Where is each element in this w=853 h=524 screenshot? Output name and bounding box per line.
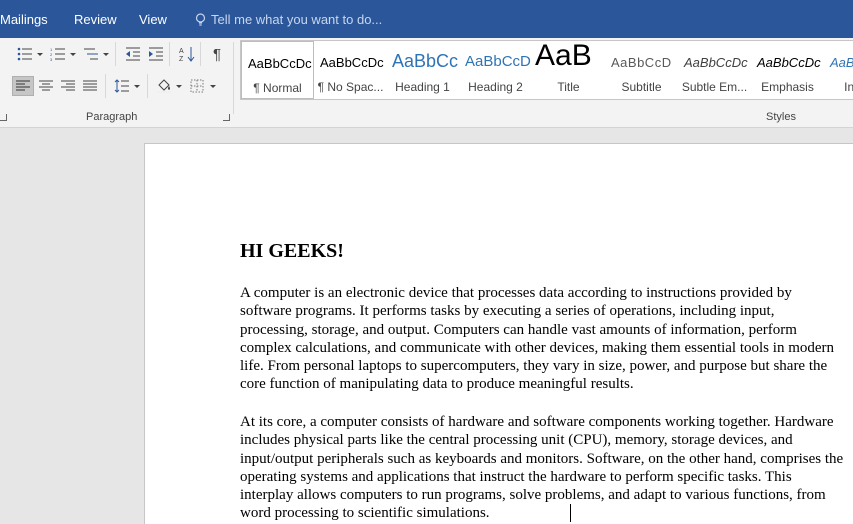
borders-dropdown-icon[interactable] <box>210 85 216 88</box>
show-formatting-button[interactable]: ¶ <box>206 44 228 64</box>
ribbon-tab-bar: Mailings Review View Tell me what you wa… <box>0 0 853 38</box>
style-name: Emphasis <box>761 80 814 94</box>
style-preview: AaBbCcD <box>465 53 531 70</box>
document-heading[interactable]: HI GEEKS! <box>240 240 344 263</box>
svg-text:Z: Z <box>179 56 184 62</box>
svg-text:3: 3 <box>50 57 53 61</box>
style-name: Intens <box>844 80 853 94</box>
tell-me-search[interactable]: Tell me what you want to do... <box>195 12 382 27</box>
group-divider <box>233 42 234 114</box>
style-subtle-emphasis[interactable]: AaBbCcDc Subtle Em... <box>678 41 751 99</box>
style-name: Title <box>557 80 580 94</box>
paragraph-2[interactable]: At its core, a computer consists of hard… <box>240 413 845 523</box>
divider <box>147 74 148 98</box>
tab-mailings[interactable]: Mailings <box>0 12 48 27</box>
style-name: Subtle Em... <box>681 80 748 94</box>
style-heading-2[interactable]: AaBbCcD Heading 2 <box>459 41 532 99</box>
style-intense-emphasis[interactable]: AaBb Intens <box>824 41 853 99</box>
ribbon: 123 AZ ¶ Paragraph AaBbCcDc ¶ Normal AaB… <box>0 38 853 128</box>
divider <box>200 42 201 66</box>
pilcrow-icon: ¶ <box>212 45 222 63</box>
align-right-icon <box>61 80 75 91</box>
decrease-indent-button[interactable] <box>122 44 144 64</box>
paragraph-1[interactable]: A computer is an electronic device that … <box>240 284 845 394</box>
sort-button[interactable]: AZ <box>176 44 198 64</box>
style-emphasis[interactable]: AaBbCcDc Emphasis <box>751 41 824 99</box>
align-left-icon <box>16 80 30 91</box>
line-spacing-icon <box>114 79 129 93</box>
decrease-indent-icon <box>126 47 140 61</box>
style-name: ¶ Normal <box>253 81 302 95</box>
align-center-icon <box>39 80 53 91</box>
borders-button[interactable] <box>186 76 208 96</box>
document-page[interactable]: HI GEEKS! A computer is an electronic de… <box>144 143 853 524</box>
style-name: Heading 1 <box>395 80 450 94</box>
style-normal[interactable]: AaBbCcDc ¶ Normal <box>241 41 314 99</box>
numbering-dropdown-icon[interactable] <box>70 53 76 56</box>
numbering-button[interactable]: 123 <box>47 44 69 64</box>
line-spacing-button[interactable] <box>111 76 133 96</box>
paint-bucket-icon <box>157 79 171 93</box>
styles-gallery: AaBbCcDc ¶ Normal AaBbCcDc ¶ No Spac... … <box>240 40 853 100</box>
bullets-dropdown-icon[interactable] <box>37 53 43 56</box>
lightbulb-icon <box>195 12 206 26</box>
font-dialog-launcher-icon[interactable] <box>0 114 7 121</box>
align-left-button[interactable] <box>12 76 34 96</box>
divider <box>105 74 106 98</box>
style-preview: AaB <box>535 41 592 72</box>
paragraph-dialog-launcher-icon[interactable] <box>223 114 230 121</box>
tab-view[interactable]: View <box>139 12 167 27</box>
align-center-button[interactable] <box>35 76 57 96</box>
shading-button[interactable] <box>153 76 175 96</box>
borders-icon <box>190 79 204 93</box>
increase-indent-button[interactable] <box>145 44 167 64</box>
styles-group-label: Styles <box>766 111 796 123</box>
svg-text:A: A <box>179 48 184 55</box>
bullets-icon <box>17 47 32 61</box>
style-title[interactable]: AaB Title <box>532 41 605 99</box>
style-no-spacing[interactable]: AaBbCcDc ¶ No Spac... <box>314 41 387 99</box>
text-cursor <box>570 504 571 522</box>
shading-dropdown-icon[interactable] <box>176 85 182 88</box>
paragraph-group-label: Paragraph <box>86 111 138 123</box>
style-name: Heading 2 <box>468 80 523 94</box>
divider <box>169 42 170 66</box>
style-preview: AaBbCcDc <box>248 56 312 71</box>
style-preview: AaBbCcDc <box>757 55 821 70</box>
multilevel-dropdown-icon[interactable] <box>103 53 109 56</box>
style-preview: AaBbCcDc <box>684 55 748 70</box>
justify-icon <box>83 80 97 91</box>
align-right-button[interactable] <box>57 76 79 96</box>
numbering-icon: 123 <box>50 47 65 61</box>
style-preview: AaBbCc <box>392 51 459 71</box>
bullets-button[interactable] <box>14 44 36 64</box>
line-spacing-dropdown-icon[interactable] <box>134 85 140 88</box>
style-name: Subtitle <box>621 80 662 94</box>
multilevel-list-icon <box>84 48 98 60</box>
style-preview: AaBbCcD <box>611 55 672 70</box>
sort-az-icon: AZ <box>179 47 195 62</box>
style-subtitle[interactable]: AaBbCcD Subtitle <box>605 41 678 99</box>
justify-button[interactable] <box>79 76 101 96</box>
divider <box>115 42 116 66</box>
style-heading-1[interactable]: AaBbCc Heading 1 <box>386 41 459 99</box>
tab-review[interactable]: Review <box>74 12 117 27</box>
style-preview: AaBb <box>830 55 853 70</box>
tell-me-placeholder: Tell me what you want to do... <box>211 12 383 27</box>
increase-indent-icon <box>149 47 163 61</box>
style-preview: AaBbCcDc <box>320 55 384 70</box>
style-name: ¶ No Spac... <box>317 80 384 94</box>
multilevel-list-button[interactable] <box>80 44 102 64</box>
